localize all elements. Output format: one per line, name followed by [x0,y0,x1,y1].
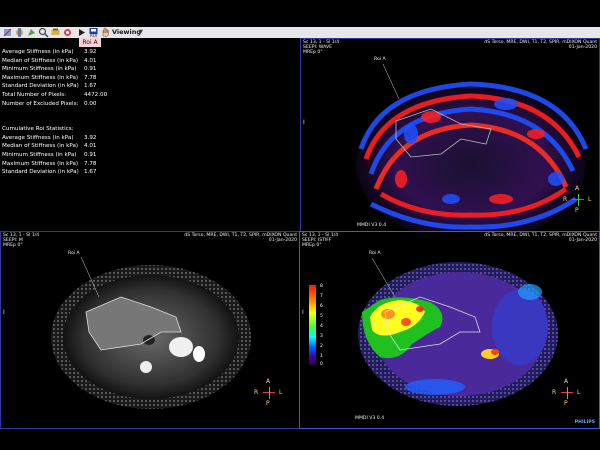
compass-a: A [266,378,271,385]
compass-p: P [564,400,568,407]
roi-label: Roi A [68,251,80,256]
stat-value: 3.92 [84,49,97,55]
stat-label: Standard Deviation (in kPa) [2,169,79,176]
color-scale-tick: 4 [320,324,323,329]
color-scale-tick: 1 [320,354,323,359]
mre-phase-label: MREp 0° [302,243,322,248]
date-label: 01-Jan-2020 [568,238,597,243]
vendor-label: PHILIPS [574,420,595,425]
stat-label: Number of Excluded Pixels: [2,100,79,107]
stat-value: 0.91 [84,66,97,73]
compass-r: R [254,389,259,396]
orientation-compass: A R L P [552,378,582,408]
stat-value: 0.91 [84,151,97,158]
compass-v-line [566,387,568,399]
orientation-compass: A R L P [254,378,284,408]
compass-v-line [268,387,270,399]
viewport-magnitude[interactable]: Sc 13, 1 - Sl 1/4 SEEPI: M MREp 0° dS To… [0,231,300,429]
compass-r: R [563,196,568,203]
tool-icon[interactable] [62,27,73,38]
color-scale-tick: 8 [320,284,323,289]
stiffness-color-scale [309,285,316,365]
stat-label: Maximum Stiffness (in kPa) [2,74,79,81]
roi-statistics-panel: Average Stiffness (in kPa) 3.92 Median of… [2,48,107,177]
compass-a: A [564,378,569,385]
date-label: 01-Jan-2020 [268,238,297,243]
compass-p: P [575,207,579,214]
stat-label: Median of Stiffness (in kPa) [2,57,79,64]
tool-icon[interactable] [38,27,49,38]
stat-label: Standard Deviation (in kPa) [2,83,79,90]
tool-icon[interactable] [50,27,61,38]
mre-phase-label: MREp 0° [3,243,23,248]
color-scale-tick: 0 [320,362,323,367]
date-label: 01-Jan-2020 [568,45,597,50]
compass-l: L [577,389,581,396]
stat-value: 4472.00 [84,91,108,98]
stat-value: 4.01 [84,143,97,150]
stat-label: Minimum Stiffness (in kPa) [2,66,77,73]
viewport-wave[interactable]: Sc 13, 1 - Sl 1/4 SEEPI: WAVE MREp 0° dS… [300,38,600,233]
stat-label: Maximum Stiffness (in kPa) [2,160,79,167]
compass-l: L [588,196,592,203]
stat-label: Minimum Stiffness (in kPa) [2,151,77,158]
toolbar: ROI Viewing ▼ [0,27,600,38]
stat-label: Average Stiffness (in kPa) [2,49,74,55]
cumulative-title: Cumulative Roi Statistics: [2,126,74,133]
mre-phase-label: MREp 0° [303,50,323,55]
play-icon[interactable] [76,27,87,38]
stat-value: 7.78 [84,160,97,167]
compass-l: L [279,389,283,396]
tab-roi-a[interactable]: Roi A [79,38,101,47]
tool-icon[interactable] [2,27,13,38]
version-label: MMDI V3 0.4 [355,416,385,421]
chevron-down-icon[interactable]: ▼ [139,27,143,38]
stat-label: Average Stiffness (in kPa) [2,134,74,141]
stat-value: 1.67 [84,169,97,176]
version-label: MMDI V3 0.4 [357,223,387,228]
hand-icon[interactable] [100,27,111,38]
color-scale-tick: 3 [320,334,323,339]
viewport-stiffness[interactable]: Sc 13, 1 - Sl 1/4 SEEPI: ISTIFF MREp 0° … [299,231,600,429]
color-scale-tick: 5 [320,314,323,319]
stat-label: Total Number of Pixels: [2,91,66,98]
color-scale-tick: 6 [320,304,323,309]
cursor-marker: I [302,309,304,316]
cursor-marker: I [303,119,305,126]
compass-p: P [266,400,270,407]
compass-r: R [552,389,557,396]
stat-value: 1.67 [84,83,97,90]
color-scale-tick: 2 [320,344,323,349]
stat-value: 0.00 [84,100,97,107]
roi-label: Roi A [374,57,386,62]
tool-icon[interactable] [26,27,37,38]
stat-value: 7.78 [84,74,97,81]
cursor-marker: I [3,309,5,316]
wave-image [356,63,589,232]
color-scale-tick: 7 [320,294,323,299]
stat-value: 3.92 [84,134,97,141]
roi-label: Roi A [369,251,381,256]
compass-v-line [577,194,579,206]
compass-a: A [575,185,580,192]
tool-icon[interactable] [14,27,25,38]
viewing-menu[interactable]: Viewing [112,27,141,38]
orientation-compass: A R L P [563,185,593,215]
stat-label: Median of Stiffness (in kPa) [2,143,79,150]
stat-value: 4.01 [84,57,97,64]
